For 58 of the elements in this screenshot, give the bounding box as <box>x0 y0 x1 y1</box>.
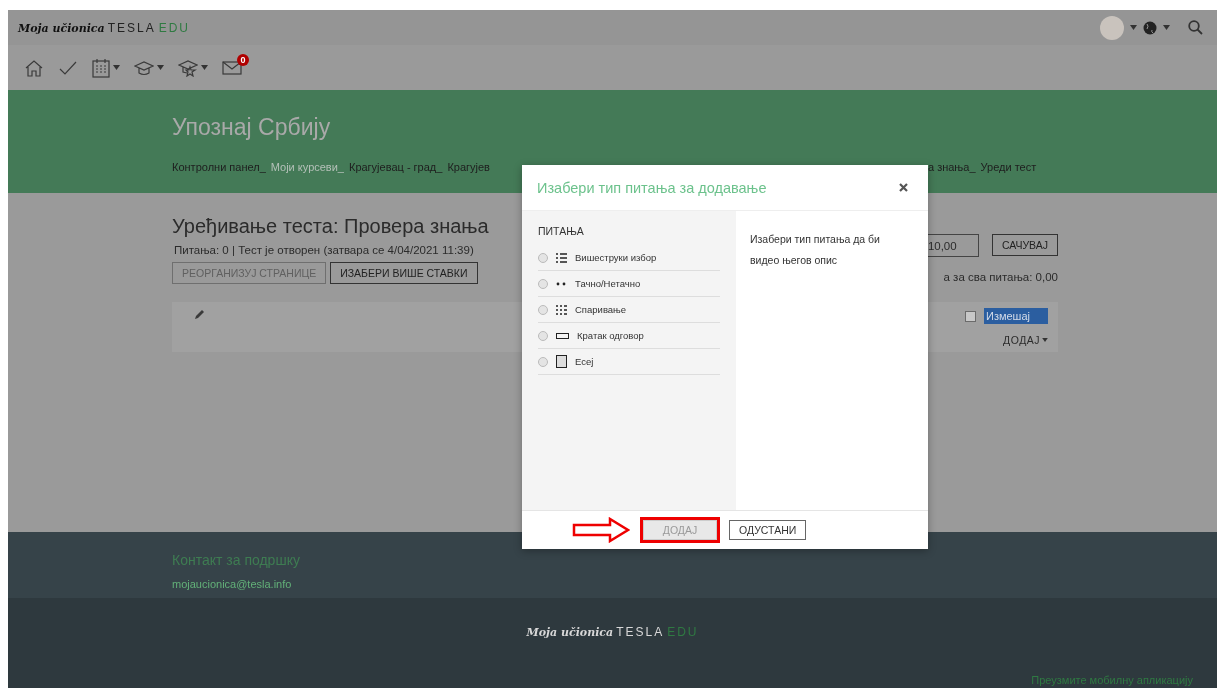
radio-button[interactable] <box>538 356 548 367</box>
breadcrumb-link[interactable]: Контролни панел_ <box>172 161 266 173</box>
caret-icon <box>201 65 208 70</box>
radio-button[interactable] <box>538 330 548 341</box>
radio-button[interactable] <box>538 252 548 263</box>
calendar-icon[interactable] <box>92 57 110 78</box>
pencil-icon[interactable] <box>194 308 206 320</box>
graduation-cap-icon[interactable] <box>134 59 154 76</box>
envelope-icon[interactable] <box>222 60 242 75</box>
logo-suffix: EDU <box>158 20 191 35</box>
section-title: ПИТАЊА <box>538 225 585 237</box>
logo-wordmark: TESLA <box>107 20 156 35</box>
list-icon <box>556 252 567 263</box>
arrow-icon <box>572 517 630 543</box>
home-icon[interactable] <box>24 58 44 77</box>
question-type-label[interactable]: Спаривање <box>575 304 627 315</box>
logo-wordmark: TESLA <box>616 625 665 639</box>
breadcrumb-link[interactable]: а знања_ <box>927 161 976 173</box>
radio-button[interactable] <box>538 278 548 289</box>
grid-icon <box>556 304 567 315</box>
question-type-label[interactable]: Вишеструки избор <box>575 252 657 263</box>
dialog-title: Изабери тип питања за додавање <box>537 179 767 196</box>
checkmark-icon[interactable] <box>58 59 78 76</box>
radio-button[interactable] <box>538 304 548 315</box>
shuffle-checkbox[interactable] <box>964 310 976 322</box>
action-button[interactable]: ИЗАБЕРИ ВИШЕ СТАВКИ <box>330 262 478 284</box>
caret-icon <box>1163 25 1170 30</box>
close-icon[interactable] <box>899 183 908 192</box>
caret-icon <box>1042 338 1048 342</box>
globe-icon[interactable] <box>1143 20 1157 35</box>
breadcrumb-link[interactable]: Моји курсеви_ <box>270 161 344 173</box>
quiz-summary: Питања: 0 | Тест је отворен (затвара се 4/04/2021 11:39) <box>174 244 475 256</box>
total-marks: а за сва питања: 0,00 <box>943 271 1058 283</box>
shuffle-label: Измешај <box>983 308 1048 324</box>
caret-icon <box>157 65 164 70</box>
question-type-label[interactable]: Кратак одговор <box>577 330 644 341</box>
graduation-cap-star-icon[interactable] <box>178 58 198 77</box>
dialog-button[interactable]: ОДУСТАНИ <box>729 520 807 540</box>
add-menu[interactable]: ДОДАЈ <box>1003 334 1048 346</box>
page-heading: Уређивање теста: Провера знања <box>172 215 489 238</box>
course-title: Упознај Србију <box>172 114 332 141</box>
notification-badge: 0 <box>237 53 249 66</box>
document-icon <box>556 355 567 368</box>
search-icon[interactable] <box>1188 20 1203 35</box>
breadcrumb-link[interactable]: Крагујев <box>447 161 490 173</box>
breadcrumb-link[interactable]: Крагујевац - град_ <box>348 161 443 173</box>
contact-title: Контакт за подршку <box>172 552 301 568</box>
question-type-label[interactable]: Тачно/Нетачно <box>575 278 641 289</box>
caret-icon <box>113 65 120 70</box>
logo-script: Moja učionica <box>18 21 105 35</box>
logo-suffix: EDU <box>667 625 699 639</box>
breadcrumb-link[interactable]: Уреди тест <box>980 161 1037 173</box>
type-description: Изабери тип питања да би видео његов опис <box>750 232 881 268</box>
save-button[interactable]: САЧУВАЈ <box>991 234 1058 256</box>
email-link[interactable]: mojaucionica@tesla.info <box>172 578 1217 590</box>
question-type-label[interactable]: Есеј <box>575 356 594 367</box>
logo-script: Moja učionica <box>526 626 614 639</box>
caret-icon <box>1130 25 1137 30</box>
